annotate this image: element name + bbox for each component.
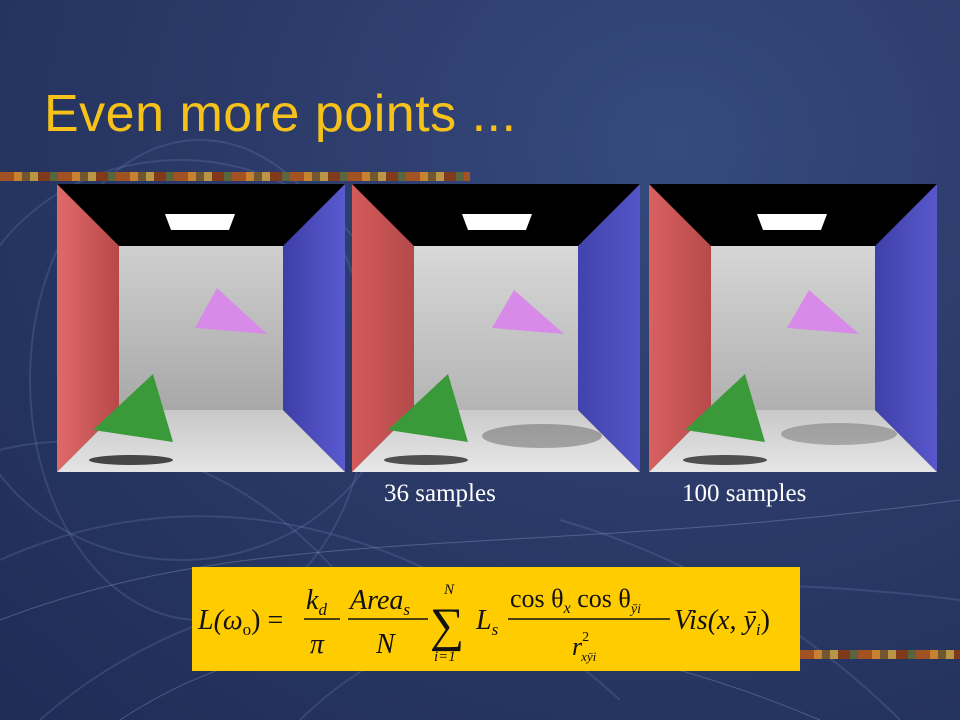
svg-text:Vis(x, ȳi): Vis(x, ȳi) bbox=[674, 605, 770, 639]
formula-lhs-close: ) = bbox=[251, 605, 283, 636]
formula-kd-num: k bbox=[306, 585, 319, 616]
formula-cos-den-sub: xȳi bbox=[580, 649, 597, 664]
formula-cos-num: cos θ bbox=[510, 584, 564, 613]
render-caption-100-samples: 100 samples bbox=[682, 480, 807, 507]
formula-sum-upper: N bbox=[443, 582, 455, 598]
formula-sum-lower: i=1 bbox=[434, 649, 456, 665]
svg-text:Ls: Ls bbox=[475, 605, 499, 639]
formula-area-num: Area bbox=[348, 585, 403, 616]
formula-vis: Vis(x, ȳ bbox=[674, 605, 756, 636]
formula-area-den: N bbox=[375, 629, 396, 660]
formula-cos-num-sub1: x bbox=[563, 600, 571, 617]
cornell-box-render-2 bbox=[352, 184, 640, 472]
cornell-box-render-3 bbox=[649, 184, 937, 472]
formula-cos-num-sub2: ȳi bbox=[629, 602, 641, 617]
formula-cos-num-mid: cos θ bbox=[571, 584, 631, 613]
slide-title: Even more points ... bbox=[44, 85, 517, 143]
formula-ls: L bbox=[475, 605, 492, 636]
render-caption-36-samples: 36 samples bbox=[384, 480, 496, 507]
svg-text:Areas: Areas bbox=[348, 585, 410, 619]
svg-text:L(ωo) =: L(ωo) = bbox=[197, 605, 283, 639]
formula-kd-num-sub: d bbox=[318, 600, 327, 619]
decorative-stripe-top bbox=[0, 172, 470, 181]
formula-kd-den: π bbox=[310, 629, 325, 660]
formula-vis-close: ) bbox=[761, 605, 770, 636]
formula-sum-symbol: ∑ bbox=[430, 599, 464, 652]
formula-area-num-sub: s bbox=[403, 600, 410, 619]
formula-lhs: L(ω bbox=[197, 605, 243, 636]
decorative-stripe-bottom bbox=[800, 650, 960, 659]
radiance-estimator-formula: L(ωo) = kd π Areas N N ∑ i=1 Ls cos θx c… bbox=[192, 567, 800, 671]
svg-text:cos θx cos θȳi: cos θx cos θȳi bbox=[510, 584, 641, 617]
cornell-box-render-1 bbox=[57, 184, 345, 472]
formula-cos-den-sup: 2 bbox=[582, 630, 589, 645]
formula-lhs-sub: o bbox=[243, 620, 252, 639]
svg-text:r2xȳi: r2 xȳi bbox=[572, 630, 597, 664]
svg-text:kd: kd bbox=[306, 585, 327, 619]
formula-ls-sub: s bbox=[492, 620, 499, 639]
